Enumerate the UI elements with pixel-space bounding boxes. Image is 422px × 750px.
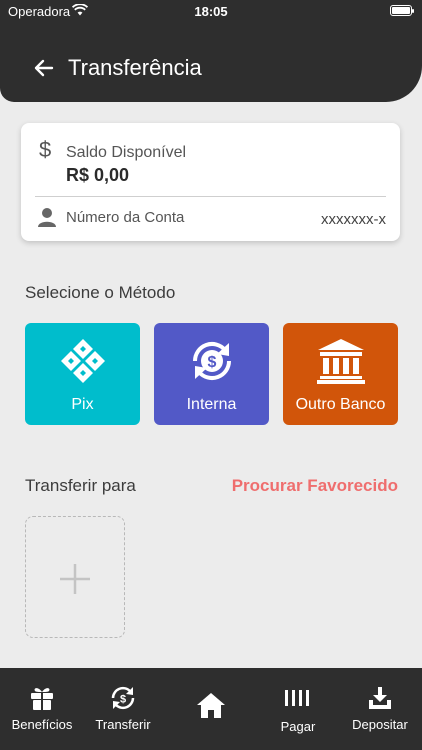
bottom-nav: Benefícios $ Transferir Pagar Depositar <box>0 668 422 750</box>
nav-transferir-label: Transferir <box>95 717 151 732</box>
method-pix-label: Pix <box>71 396 94 413</box>
dollar-icon: $ <box>39 137 52 162</box>
barcode-icon <box>258 685 338 711</box>
svg-text:$: $ <box>120 694 126 706</box>
app-header: Operadora 18:05 Transferência <box>0 0 422 102</box>
nav-home[interactable] <box>170 668 252 750</box>
gift-icon <box>0 685 84 711</box>
balance-card: $ Saldo Disponível R$ 0,00 Número da Con… <box>21 123 400 241</box>
nav-pagar-label: Pagar <box>280 719 316 734</box>
bank-icon <box>283 335 398 387</box>
transfer-title: Transferir para <box>25 476 136 495</box>
add-favorite-button[interactable] <box>25 516 125 638</box>
nav-depositar[interactable]: Depositar <box>340 668 420 750</box>
svg-text:$: $ <box>207 354 216 371</box>
nav-beneficios-label: Benefícios <box>11 717 73 732</box>
method-interna-label: Interna <box>186 396 237 413</box>
account-value: xxxxxxx-x <box>321 211 386 228</box>
search-favorite-link[interactable]: Procurar Favorecido <box>232 476 398 496</box>
balance-label: Saldo Disponível <box>66 144 187 161</box>
exchange-icon: $ <box>154 335 269 387</box>
nav-beneficios[interactable]: Benefícios <box>0 668 84 750</box>
pix-icon <box>25 335 140 387</box>
methods-title: Selecione o Método <box>25 283 176 302</box>
balance-value: R$ 0,00 <box>66 165 130 185</box>
plus-icon <box>60 564 90 594</box>
nav-pagar[interactable]: Pagar <box>258 668 338 750</box>
method-interna-button[interactable]: $ Interna <box>154 323 269 425</box>
card-divider <box>35 196 386 197</box>
nav-depositar-label: Depositar <box>352 717 408 732</box>
home-icon <box>170 692 252 718</box>
page-title: Transferência <box>68 55 202 80</box>
status-time: 18:05 <box>194 4 228 19</box>
transfer-icon: $ <box>84 685 162 711</box>
back-arrow-icon[interactable] <box>30 54 58 82</box>
download-icon <box>340 685 420 711</box>
method-outro-banco-label: Outro Banco <box>295 396 386 413</box>
user-icon <box>37 207 57 227</box>
battery-icon <box>390 5 414 16</box>
method-outro-banco-button[interactable]: Outro Banco <box>283 323 398 425</box>
nav-transferir[interactable]: $ Transferir <box>84 668 162 750</box>
method-pix-button[interactable]: Pix <box>25 323 140 425</box>
status-bar: Operadora 18:05 <box>0 0 422 22</box>
account-label: Número da Conta <box>66 209 185 226</box>
